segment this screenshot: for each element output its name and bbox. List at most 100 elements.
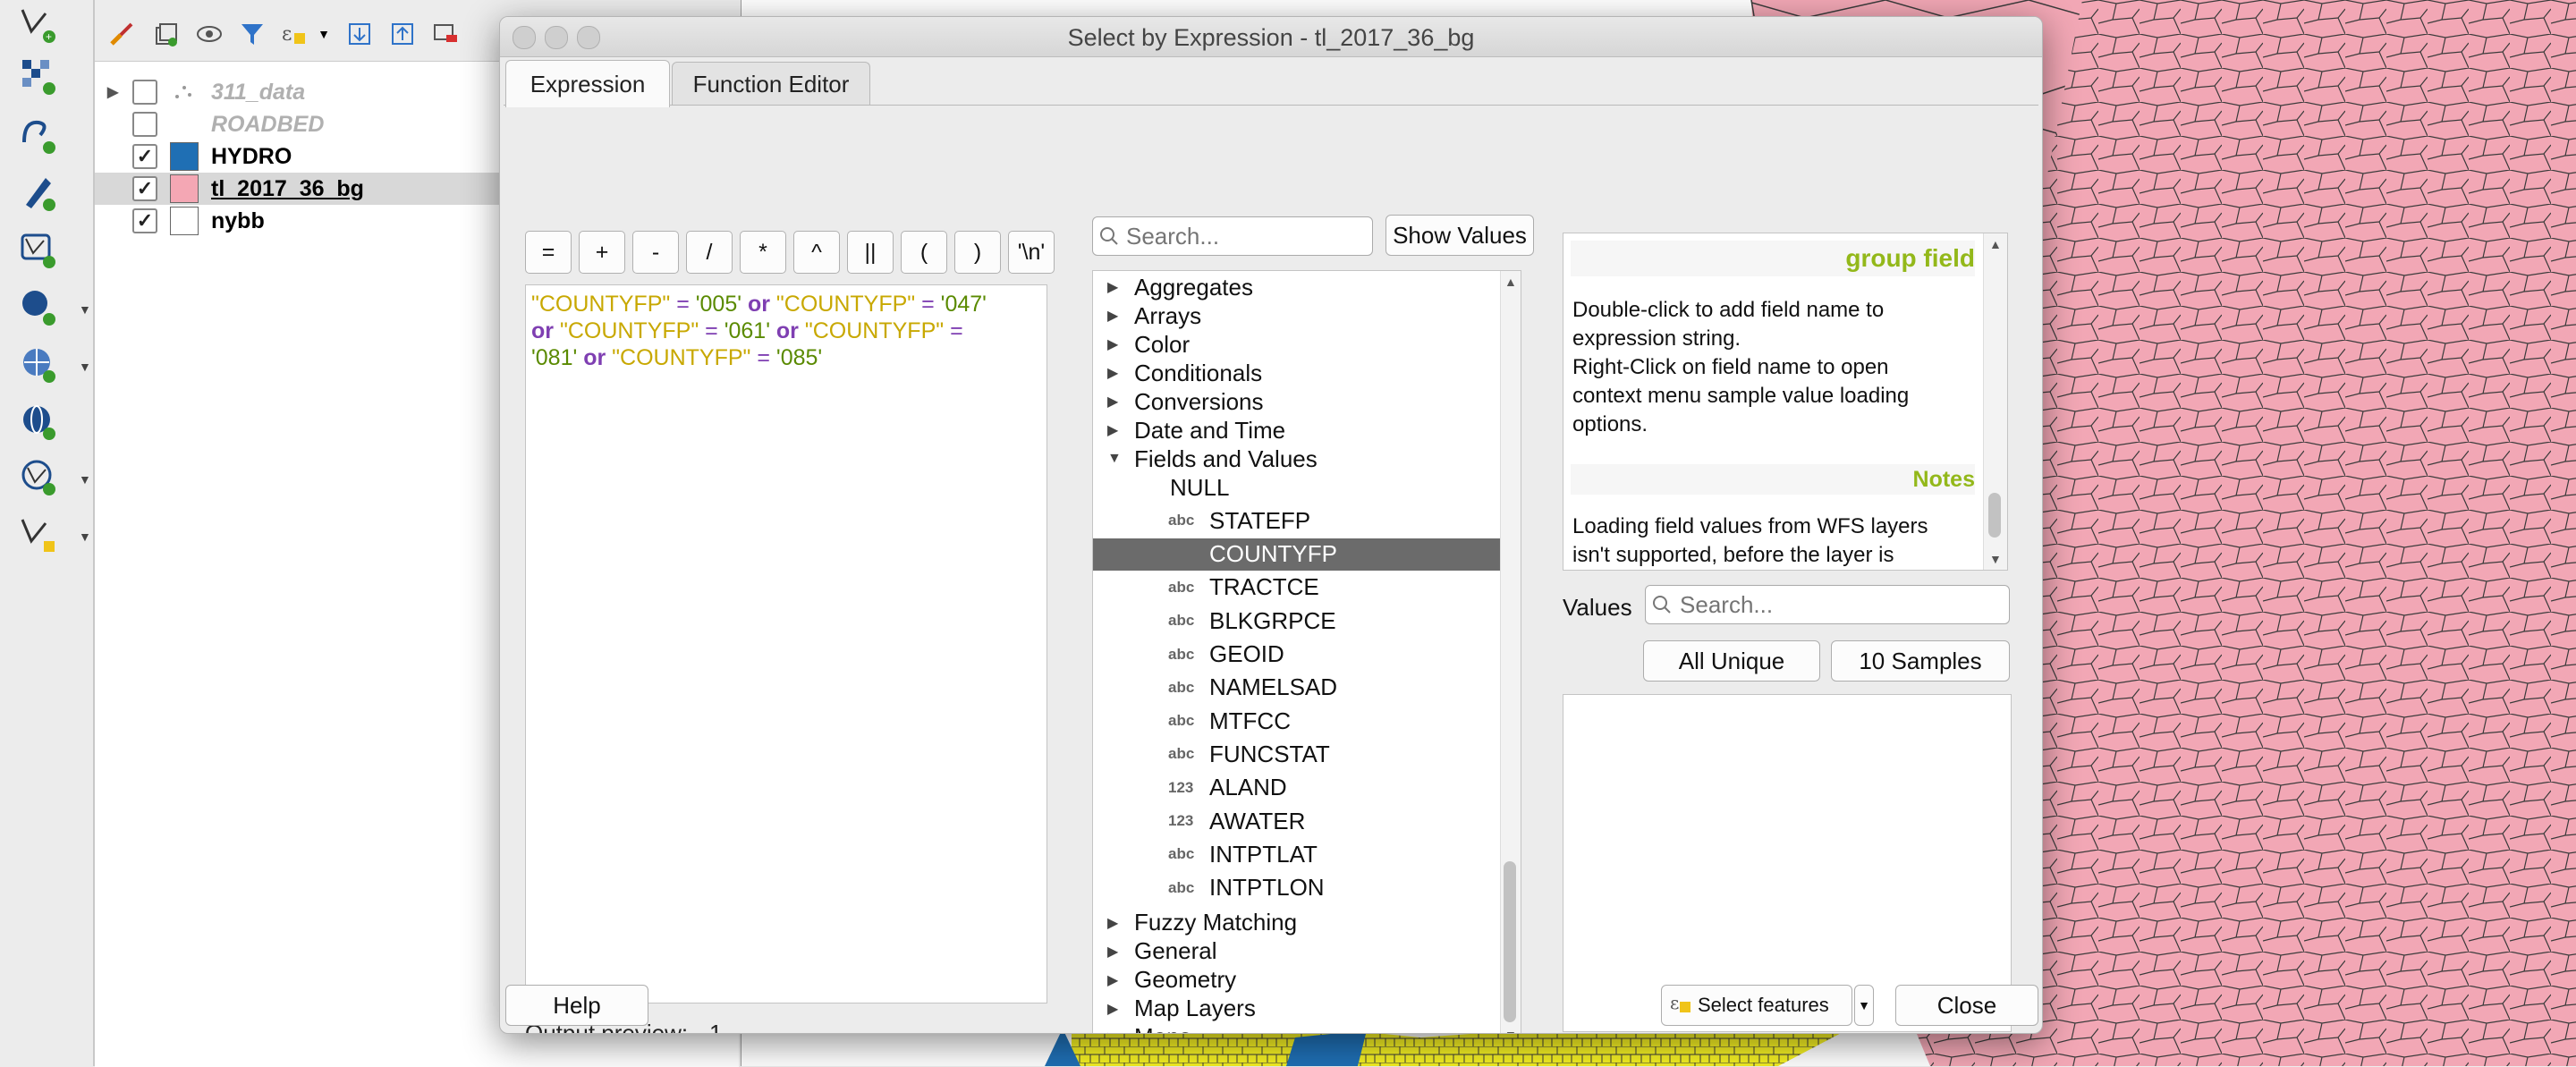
add-delimited-text-icon[interactable] [13,170,64,215]
field-item-funcstat[interactable]: abc FUNCSTAT [1093,738,1521,771]
add-spatialite-icon[interactable] [13,227,64,272]
eye-icon[interactable] [193,18,225,50]
dialog-titlebar[interactable]: Select by Expression - tl_2017_36_bg [500,17,2042,57]
field-item-null[interactable]: NULL [1093,471,1521,504]
chevron-right-icon[interactable]: ▶ [1107,364,1118,382]
field-item-mtfcc[interactable]: abc MTFCC [1093,705,1521,738]
select-features-button[interactable]: ε Select features [1661,985,1852,1026]
operator-concat-button[interactable]: || [847,231,894,274]
operator-power-button[interactable]: ^ [793,231,840,274]
remove-layer-icon[interactable] [429,18,462,50]
tab-expression[interactable]: Expression [505,60,670,107]
add-virtual-layer-icon[interactable]: ▼ [13,454,91,499]
collapse-all-icon[interactable] [386,18,419,50]
chevron-right-icon[interactable]: ▶ [1107,421,1118,439]
tab-function-editor[interactable]: Function Editor [672,62,870,106]
chevron-right-icon[interactable]: ▶ [1107,1000,1118,1018]
chevron-right-icon[interactable]: ▶ [1107,1029,1118,1033]
scrollbar-thumb[interactable] [1504,861,1516,1022]
chevron-right-icon[interactable]: ▶ [1107,393,1118,411]
chevron-right-icon[interactable]: ▶ [1107,943,1118,961]
chevron-down-icon[interactable]: ▼ [1107,451,1122,467]
function-group-conversions[interactable]: ▶ Conversions [1093,385,1504,418]
help-scrollbar[interactable]: ▲ ▼ [1983,233,2007,570]
function-group-general[interactable]: ▶ General [1093,936,1504,968]
values-list[interactable] [1563,694,2012,1032]
expand-all-icon[interactable] [343,18,376,50]
field-item-awater[interactable]: 123 AWATER [1093,805,1521,837]
operator-newline-button[interactable]: '\n' [1008,231,1055,274]
field-item-countyfp[interactable]: COUNTYFP [1093,538,1521,571]
operator-minus-button[interactable]: - [632,231,679,274]
layer-visibility-checkbox[interactable]: ✓ [132,208,157,233]
function-search-input[interactable] [1092,216,1373,256]
help-button[interactable]: Help [505,985,648,1026]
new-shapefile-layer-icon[interactable]: ▼ [13,512,91,556]
style-brush-icon[interactable] [106,18,138,50]
layer-visibility-checkbox[interactable] [132,112,157,137]
add-raster-layer-icon[interactable] [13,54,64,98]
operator-close-paren-button[interactable]: ) [954,231,1001,274]
function-group-fuzzy-matching[interactable]: ▶ Fuzzy Matching [1093,907,1504,939]
add-wfs-layer-icon[interactable] [13,399,64,444]
add-wms-layer-icon[interactable]: ▼ [13,342,91,386]
values-search-input[interactable] [1645,585,2010,624]
filter-expression-icon[interactable]: ε [279,18,311,50]
layer-visibility-checkbox[interactable] [132,80,157,105]
chevron-down-icon[interactable]: ▼ [79,360,91,374]
all-unique-button[interactable]: All Unique [1643,640,1820,682]
add-mesh-layer-icon[interactable] [13,113,64,157]
function-group-maps[interactable]: ▶ Maps [1093,1021,1504,1033]
scrollbar-thumb[interactable] [1988,493,2001,538]
add-vector-layer-icon[interactable]: + [13,2,64,47]
layer-visibility-checkbox[interactable]: ✓ [132,144,157,169]
field-item-intptlon[interactable]: abc INTPTLON [1093,871,1521,904]
field-item-intptlat[interactable]: abc INTPTLAT [1093,838,1521,871]
select-features-dropdown-icon[interactable]: ▼ [1854,985,1874,1026]
layer-visibility-checkbox[interactable]: ✓ [132,176,157,201]
chevron-right-icon[interactable]: ▶ [1107,914,1118,932]
chevron-right-icon[interactable]: ▶ [1107,335,1118,353]
function-group-conditionals[interactable]: ▶ Conditionals [1093,357,1504,389]
function-group-color[interactable]: ▶ Color [1093,328,1504,360]
field-item-blkgrpce[interactable]: abc BLKGRPCE [1093,605,1521,638]
function-group-fields-and-values[interactable]: ▼ Fields and Values [1093,443,1504,475]
chevron-right-icon[interactable]: ▶ [1107,278,1118,296]
scroll-up-icon[interactable]: ▲ [1504,275,1517,289]
function-tree-scrollbar[interactable]: ▲ ▼ [1500,271,1521,1033]
close-button[interactable]: Close [1895,985,2038,1026]
operator-equals-button[interactable]: = [525,231,572,274]
function-group-arrays[interactable]: ▶ Arrays [1093,300,1504,332]
scroll-down-icon[interactable]: ▼ [1989,552,2002,566]
function-group-geometry[interactable]: ▶ Geometry [1093,964,1504,996]
function-tree[interactable]: ▶ Aggregates ▶ Arrays ▶ Color ▶ Conditionals ▶ Co… [1092,270,1521,1033]
chevron-down-icon[interactable]: ▼ [79,529,91,544]
values-search-field[interactable] [1678,589,2009,620]
scroll-down-icon[interactable]: ▼ [1504,1028,1517,1033]
function-group-map-layers[interactable]: ▶ Map Layers [1093,993,1504,1025]
function-group-aggregates[interactable]: ▶ Aggregates [1093,271,1504,303]
field-item-geoid[interactable]: abc GEOID [1093,638,1521,671]
function-group-date-and-time[interactable]: ▶ Date and Time [1093,414,1504,446]
ten-samples-button[interactable]: 10 Samples [1831,640,2010,682]
filter-icon[interactable] [236,18,268,50]
operator-multiply-button[interactable]: * [740,231,786,274]
chevron-right-icon[interactable]: ▶ [107,83,118,101]
expression-editor[interactable]: "COUNTYFP" = '005' or "COUNTYFP" = '047'… [525,284,1047,1003]
chevron-right-icon[interactable]: ▶ [1107,971,1118,989]
add-group-icon[interactable] [150,18,182,50]
show-values-button[interactable]: Show Values [1385,215,1534,256]
operator-plus-button[interactable]: + [579,231,625,274]
scroll-up-icon[interactable]: ▲ [1989,237,2002,251]
field-item-statefp[interactable]: abc STATEFP [1093,504,1521,538]
field-item-namelsad[interactable]: abc NAMELSAD [1093,671,1521,704]
chevron-down-icon[interactable]: ▼ [315,18,333,50]
field-item-tractce[interactable]: abc TRACTCE [1093,571,1521,604]
chevron-down-icon[interactable]: ▼ [79,472,91,487]
operator-open-paren-button[interactable]: ( [901,231,947,274]
field-item-aland[interactable]: 123 ALAND [1093,771,1521,804]
function-search-field[interactable] [1124,221,1372,251]
chevron-right-icon[interactable]: ▶ [1107,307,1118,325]
operator-divide-button[interactable]: / [686,231,733,274]
chevron-down-icon[interactable]: ▼ [79,302,91,317]
